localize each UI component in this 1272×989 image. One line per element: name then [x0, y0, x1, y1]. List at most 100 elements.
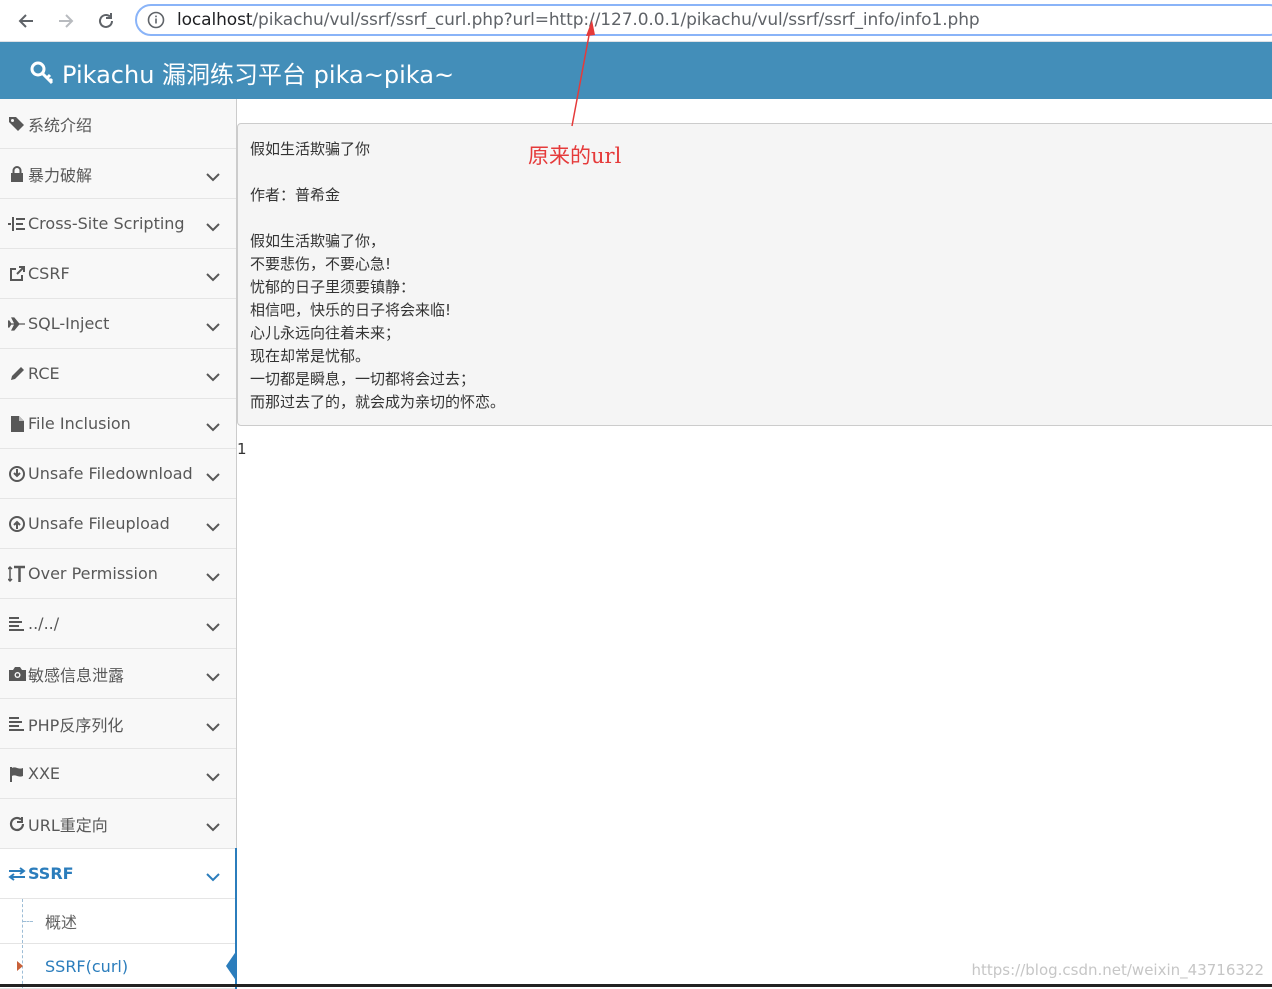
- sidebar-item-label: Unsafe Fileupload: [28, 514, 170, 533]
- sidebar-item-label: 敏感信息泄露: [28, 662, 124, 686]
- chevron-down-icon: [206, 567, 220, 586]
- poem-line: 相信吧，快乐的日子将会来临!: [250, 299, 1264, 322]
- sidebar-item-info-leak[interactable]: 敏感信息泄露: [0, 649, 236, 699]
- poem-line: 心儿永远向往着未来；: [250, 322, 1264, 345]
- submenu-item-label: 概述: [45, 909, 77, 933]
- caret-right-icon: [17, 961, 23, 971]
- address-bar[interactable]: localhost/pikachu/vul/ssrf/ssrf_curl.php…: [135, 4, 1272, 36]
- sidebar-item-label: XXE: [28, 764, 60, 783]
- poem-line: 一切都是瞬息，一切都将会过去；: [250, 368, 1264, 391]
- url-host: localhost: [177, 10, 252, 30]
- sidebar-item-xss[interactable]: Cross-Site Scripting: [0, 199, 236, 249]
- pencil-icon: [7, 366, 27, 382]
- reload-icon: [96, 11, 116, 31]
- poem-line: 忧郁的日子里须要镇静：: [250, 276, 1264, 299]
- watermark: https://blog.csdn.net/weixin_43716322: [971, 961, 1264, 979]
- annotation-text: 原来的url: [528, 140, 621, 170]
- poem-author: 作者：普希金: [250, 184, 1264, 207]
- submenu-item-overview[interactable]: 概述: [0, 899, 235, 944]
- active-pointer: [226, 950, 237, 982]
- sidebar-item-fileupload[interactable]: Unsafe Fileupload: [0, 499, 236, 549]
- share-icon: [7, 266, 27, 282]
- sidebar-item-url-redirect[interactable]: URL重定向: [0, 799, 236, 849]
- back-arrow-icon: [16, 11, 36, 31]
- align-left-icon: [7, 717, 27, 731]
- url-path: /pikachu/vul/ssrf/ssrf_curl.php?url=http…: [252, 10, 979, 30]
- chevron-down-icon: [206, 167, 220, 186]
- sidebar-item-label: PHP反序列化: [28, 712, 123, 736]
- sidebar-item-dir-traversal[interactable]: ../../: [0, 599, 236, 649]
- download-icon: [7, 466, 27, 482]
- sidebar-item-label: Unsafe Filedownload: [28, 464, 193, 483]
- chevron-down-icon: [206, 467, 220, 486]
- sidebar: 系统介绍 暴力破解 Cross-Site Scripting CSRF SQL-…: [0, 99, 237, 987]
- sidebar-item-rce[interactable]: RCE: [0, 349, 236, 399]
- forward-button[interactable]: [52, 7, 80, 35]
- align-left-icon: [7, 617, 27, 631]
- submenu-item-label: SSRF(curl): [45, 957, 128, 976]
- sidebar-item-csrf[interactable]: CSRF: [0, 249, 236, 299]
- sidebar-item-php-unserialize[interactable]: PHP反序列化: [0, 699, 236, 749]
- browser-toolbar: localhost/pikachu/vul/ssrf/ssrf_curl.php…: [0, 0, 1272, 42]
- exchange-icon: [7, 867, 27, 881]
- chevron-down-icon: [206, 817, 220, 836]
- reload-button[interactable]: [92, 7, 120, 35]
- url-text: localhost/pikachu/vul/ssrf/ssrf_curl.php…: [177, 10, 980, 30]
- file-icon: [7, 416, 27, 432]
- sidebar-item-label: 系统介绍: [28, 112, 92, 136]
- plane-icon: [7, 317, 27, 331]
- brand[interactable]: Pikachu 漏洞练习平台 pika~pika~: [30, 55, 454, 90]
- flag-icon: [7, 766, 27, 782]
- sidebar-item-bruteforce[interactable]: 暴力破解: [0, 149, 236, 199]
- sidebar-item-label: Over Permission: [28, 564, 158, 583]
- camera-icon: [7, 667, 27, 681]
- chevron-down-icon: [206, 617, 220, 636]
- forward-arrow-icon: [56, 11, 76, 31]
- poem-title: 假如生活欺骗了你: [250, 138, 1264, 161]
- chevron-down-icon: [206, 267, 220, 286]
- sidebar-item-label: SQL-Inject: [28, 314, 109, 333]
- sidebar-item-label: SSRF: [28, 864, 74, 883]
- sidebar-item-label: File Inclusion: [28, 414, 131, 433]
- sidebar-item-label: 暴力破解: [28, 162, 92, 186]
- poem-line: 不要悲伤，不要心急!: [250, 253, 1264, 276]
- sidebar-item-label: URL重定向: [28, 812, 108, 836]
- sidebar-item-label: CSRF: [28, 264, 70, 283]
- chevron-down-icon: [206, 367, 220, 386]
- poem-line: 而那过去了的，就会成为亲切的怀恋。: [250, 391, 1264, 414]
- poem-line: 假如生活欺骗了你，: [250, 230, 1264, 253]
- chevron-down-icon: [206, 867, 220, 886]
- chevron-down-icon: [206, 217, 220, 236]
- key-icon: [30, 60, 56, 86]
- sidebar-item-intro[interactable]: 系统介绍: [0, 99, 236, 149]
- chevron-down-icon: [206, 717, 220, 736]
- chevron-down-icon: [206, 667, 220, 686]
- poem-line: 现在却常是忧郁。: [250, 345, 1264, 368]
- text-height-icon: [7, 565, 27, 583]
- chevron-down-icon: [206, 517, 220, 536]
- ssrf-submenu: 概述 SSRF(curl): [0, 899, 237, 989]
- sidebar-item-over-permission[interactable]: Over Permission: [0, 549, 236, 599]
- chevron-down-icon: [206, 767, 220, 786]
- tags-icon: [7, 116, 27, 132]
- sidebar-item-filedownload[interactable]: Unsafe Filedownload: [0, 449, 236, 499]
- poem-box: 假如生活欺骗了你 作者：普希金 假如生活欺骗了你， 不要悲伤，不要心急! 忧郁的…: [237, 123, 1272, 426]
- sidebar-item-xxe[interactable]: XXE: [0, 749, 236, 799]
- chevron-down-icon: [206, 417, 220, 436]
- chevron-down-icon: [206, 317, 220, 336]
- refresh-icon: [7, 816, 27, 832]
- tree-connector: [23, 921, 33, 922]
- back-button[interactable]: [12, 7, 40, 35]
- info-icon[interactable]: [147, 11, 165, 33]
- sidebar-item-label: RCE: [28, 364, 60, 383]
- submenu-item-ssrf-curl[interactable]: SSRF(curl): [0, 944, 235, 989]
- upload-icon: [7, 516, 27, 532]
- lock-icon: [7, 166, 27, 182]
- sidebar-item-file-inclusion[interactable]: File Inclusion: [0, 399, 236, 449]
- brand-title: Pikachu 漏洞练习平台 pika~pika~: [62, 55, 454, 90]
- sidebar-item-ssrf[interactable]: SSRF: [0, 849, 236, 899]
- sidebar-item-sqli[interactable]: SQL-Inject: [0, 299, 236, 349]
- result-text: 1: [237, 440, 247, 458]
- sidebar-item-label: ../../: [28, 614, 59, 633]
- site-header: Pikachu 漏洞练习平台 pika~pika~: [0, 42, 1272, 99]
